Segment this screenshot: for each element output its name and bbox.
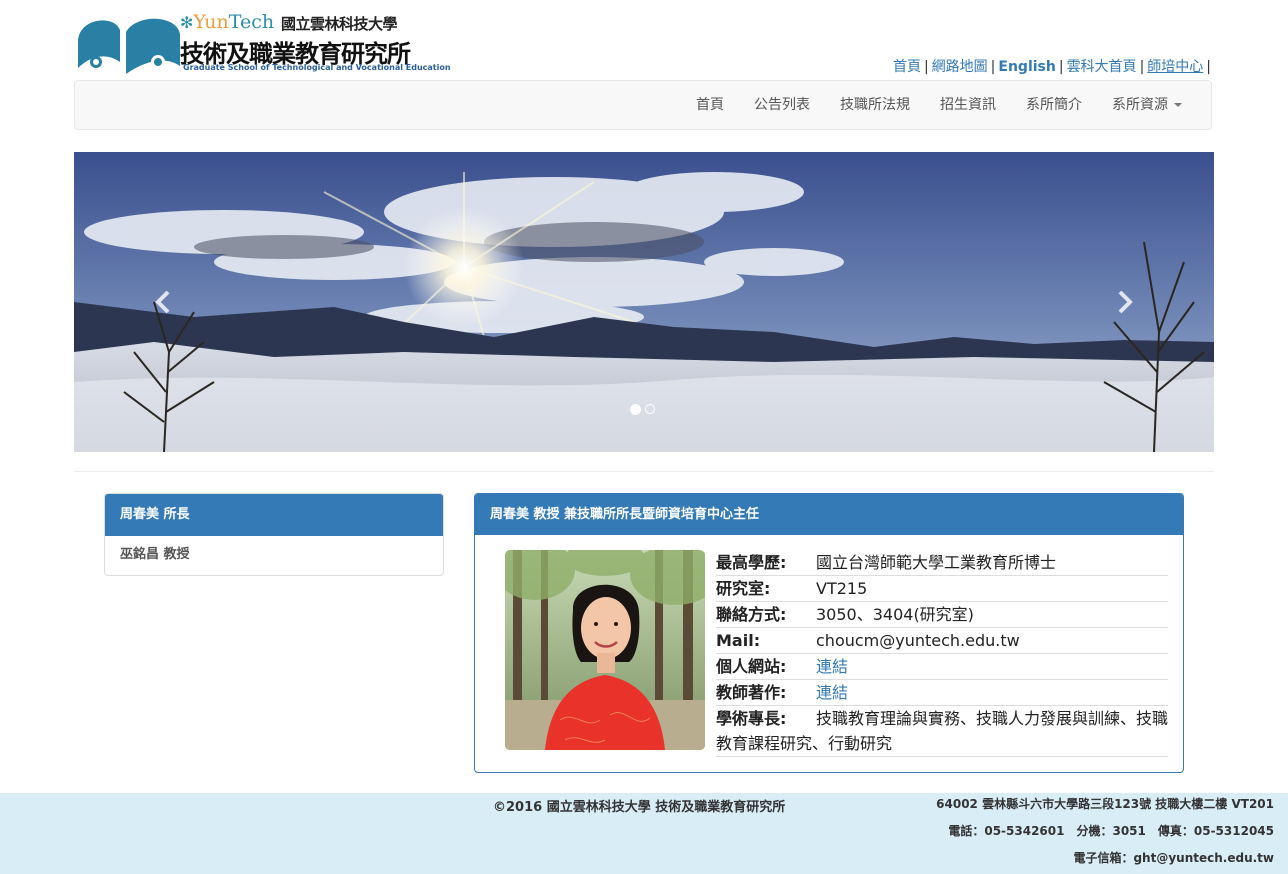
logo-tech: Tech [228,11,275,33]
profile-label: Mail: [716,631,761,650]
profile-label: 學術專長: [716,709,787,728]
nav-resources-label: 系所資源 [1112,97,1168,113]
nav-home[interactable]: 首頁 [681,81,739,129]
carousel-prev-icon[interactable] [144,282,184,322]
toplink-sitemap[interactable]: 網路地圖 [932,59,988,75]
profile-row-expertise: 學術專長: 技職教育理論與實務、技職人力發展與訓練、技職教育課程研究、行動研究 [716,706,1168,757]
profile-value: 3050、3404(研究室) [816,605,974,624]
profile-label: 教師著作: [716,683,787,702]
separator: | [1058,59,1064,75]
nav-announcements[interactable]: 公告列表 [739,81,825,129]
footer-address: 64002 雲林縣斗六市大學路三段123號 技職大樓二樓 VT201 [936,797,1274,811]
snowflake-icon: ✻ [180,13,194,32]
profile-heading: 周春美 教授 兼技職所所長暨師資培育中心主任 [475,494,1183,535]
logo-mark-icon [78,18,180,74]
footer-email: 電子信箱：ght@yuntech.edu.tw [1073,851,1274,865]
toplink-home[interactable]: 首頁 [893,59,921,75]
profile-value: choucm@yuntech.edu.tw [816,631,1020,650]
image-carousel [74,152,1214,452]
profile-value: 連結 [816,680,1168,705]
top-links: 首頁 | 網路地圖 | English | 雲科大首頁 | 師培中心 | [893,56,1214,76]
profile-value: VT215 [816,579,868,598]
profile-label: 個人網站: [716,657,787,676]
logo-yun: Yun [193,11,229,33]
logo-english-name: Graduate School of Technological and Voc… [183,63,451,72]
nav-about[interactable]: 系所簡介 [1011,81,1097,129]
profile-label: 聯絡方式: [716,605,787,624]
separator: | [990,59,996,75]
publications-link[interactable]: 連結 [816,683,848,702]
separator: | [1206,59,1211,75]
profile-value: 連結 [816,654,1168,679]
profile-row-publications: 教師著作: 連結 [716,680,1168,706]
personal-website-link[interactable]: 連結 [816,657,848,676]
footer-copyright: ©2016 國立雲林科技大學 技術及職業教育研究所 [493,800,786,815]
profile-info-table: 最高學歷: 國立台灣師範大學工業教育所博士 研究室: VT215 聯絡方式: 3… [716,550,1168,757]
toplink-yuntech-home[interactable]: 雲科大首頁 [1067,59,1137,75]
carousel-next-icon[interactable] [1104,282,1144,322]
carousel-indicators [630,404,655,415]
separator: | [923,59,929,75]
profile-label: 研究室: [716,579,771,598]
nav-regulations[interactable]: 技職所法規 [825,81,925,129]
profile-photo [505,550,705,750]
caret-down-icon [1174,103,1182,107]
profile-row-contact: 聯絡方式: 3050、3404(研究室) [716,602,1168,628]
nav-menu: 首頁 公告列表 技職所法規 招生資訊 系所簡介 系所資源 [681,81,1197,129]
profile-row-education: 最高學歷: 國立台灣師範大學工業教育所博士 [716,550,1168,576]
faculty-list-panel: 周春美 所長 巫銘昌 教授 [104,493,444,576]
footer-phone: 電話：05-5342601 分機：3051 傳真：05-5312045 [948,824,1274,838]
nav-admissions[interactable]: 招生資訊 [925,81,1011,129]
profile-row-office: 研究室: VT215 [716,576,1168,602]
logo-university: 國立雲林科技大學 [281,15,398,33]
carousel-indicator[interactable] [630,404,641,415]
toplink-english[interactable]: English [998,59,1055,75]
profile-panel: 周春美 教授 兼技職所所長暨師資培育中心主任 最高學歷: 國立台灣師範大學工業教… [474,493,1184,773]
main-navbar: 首頁 公告列表 技職所法規 招生資訊 系所簡介 系所資源 [74,80,1212,130]
profile-label: 最高學歷: [716,553,787,572]
faculty-list-item[interactable]: 巫銘昌 教授 [105,536,443,574]
profile-row-website: 個人網站: 連結 [716,654,1168,680]
divider [74,471,1214,472]
logo-yuntech-text: ✻YunTech [180,11,274,33]
nav-resources-dropdown[interactable]: 系所資源 [1097,81,1197,129]
toplink-teacher-center[interactable]: 師培中心 [1147,59,1203,75]
site-logo[interactable]: ✻YunTech 國立雲林科技大學 技術及職業教育研究所 Graduate Sc… [76,11,451,76]
separator: | [1139,59,1145,75]
faculty-list-heading[interactable]: 周春美 所長 [105,494,443,536]
site-footer: ©2016 國立雲林科技大學 技術及職業教育研究所 64002 雲林縣斗六市大學… [0,793,1288,874]
carousel-indicator[interactable] [645,404,655,414]
profile-row-mail: Mail: choucm@yuntech.edu.tw [716,628,1168,654]
profile-value: 國立台灣師範大學工業教育所博士 [816,553,1057,572]
